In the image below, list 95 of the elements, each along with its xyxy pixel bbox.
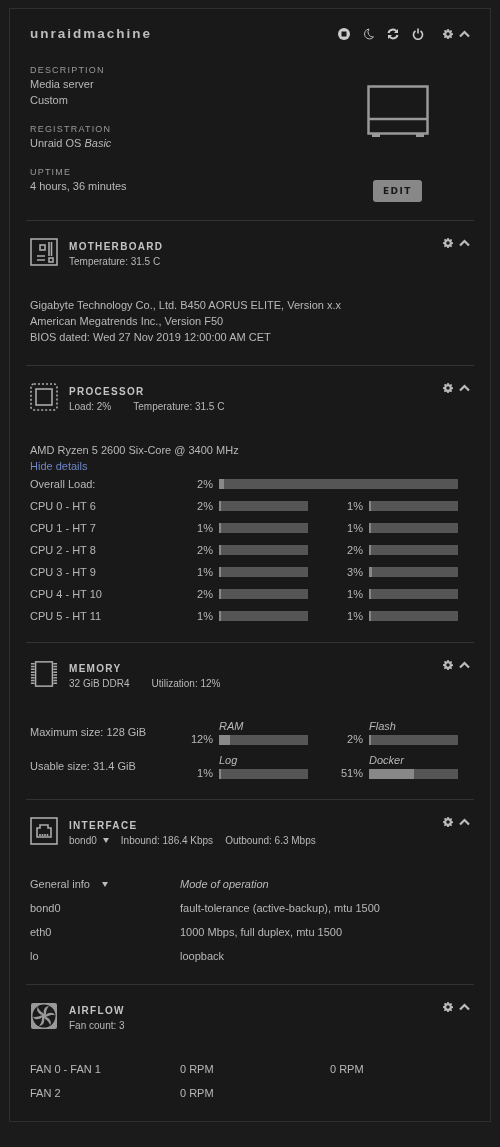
overall-load-label: Overall Load: [30,478,97,490]
settings-icon[interactable] [443,238,453,248]
dropdown-caret-icon[interactable] [102,837,109,844]
field-label: UPTIME [30,166,73,178]
section-title: PROCESSOR [69,385,146,399]
section-title: MEMORY [69,662,123,676]
fan-speed: 0 RPM [180,1062,215,1077]
section-title: INTERFACE [69,819,139,833]
general-info-dropdown[interactable]: General info [30,876,90,892]
load-reading: 3% [346,566,364,578]
cpu-label: CPU 1 - HT 7 [30,522,97,534]
settings-icon[interactable] [443,29,453,39]
motherboard-icon [30,238,58,266]
load-reading: 2% [196,500,214,512]
moon-icon[interactable] [363,28,374,40]
load-reading: 1% [346,610,364,622]
stat-text: Outbound: 6.3 Mbps [225,834,316,848]
stat-text: Load: 2% [69,400,112,414]
ethernet-port-icon [30,817,58,845]
board-info-text: American Megatrends Inc., Version F50 [30,314,225,329]
section-title: MOTHERBOARD [69,240,165,254]
edit-button[interactable]: EDIT [372,180,422,202]
load-reading: 2% [346,544,364,556]
board-info-text: Gigabyte Technology Co., Ltd. B450 AORUS ELITE, Version x.x [30,298,343,313]
stat-text: Fan count: 3 [69,1019,125,1033]
usage-reading: 12% [189,733,214,745]
meter-label: RAM [219,719,245,733]
settings-icon[interactable] [443,817,453,827]
interface-mode: fault-tolerance (active-backup), mtu 1500 [180,901,381,916]
load-reading: 1% [346,522,364,534]
memory-size-label: Usable size: 31.4 GiB [30,760,137,772]
field-value: Media server [30,77,95,92]
cpu-label: CPU 2 - HT 8 [30,544,97,556]
usage-reading: 2% [346,733,364,745]
usage-reading: 51% [339,767,364,779]
cpu-label: CPU 0 - HT 6 [30,500,97,512]
cpu-label: CPU 5 - HT 11 [30,610,103,622]
section-title: AIRFLOW [69,1004,126,1018]
field-value: Custom [30,93,69,108]
collapse-icon[interactable] [459,30,470,38]
stat-text: Inbound: 186.4 Kbps [120,834,214,848]
stat-text: 32 GiB DDR4 [69,677,130,691]
server-name: unraidmachine [30,26,154,42]
cpu-label: CPU 3 - HT 9 [30,566,97,578]
field-label: DESCRIPTION [30,64,106,76]
server-case-icon [367,85,429,138]
interface-mode: loopback [180,949,226,964]
collapse-icon[interactable] [459,239,470,247]
stat-text: Temperature: 31.5 C [133,400,225,414]
dropdown-caret-icon[interactable] [101,880,108,888]
load-reading: 1% [196,566,214,578]
power-icon[interactable] [412,28,424,40]
stat-text: Utilization: 12% [151,677,221,691]
meter-label: Docker [369,753,405,767]
settings-icon[interactable] [443,383,453,393]
fan-speed: 0 RPM [330,1062,365,1077]
meter-label: Log [219,753,239,767]
load-reading: 1% [346,588,364,600]
cpu-label: CPU 4 - HT 10 [30,588,103,600]
field-label: REGISTRATION [30,123,113,135]
load-reading: 1% [196,522,214,534]
field-value: Unraid OS Basic [30,136,113,151]
cpu-model-text: AMD Ryzen 5 2600 Six-Core @ 3400 MHz [30,443,240,458]
load-reading: 1% [196,610,214,622]
memory-size-label: Maximum size: 128 GiB [30,726,148,738]
processor-icon [30,383,58,411]
interface-name: bond0 [30,901,62,916]
collapse-icon[interactable] [459,661,470,669]
fan-label: FAN 2 [30,1086,62,1101]
interface-selector[interactable]: bond0 [69,833,97,848]
fan-icon [30,1002,58,1030]
load-reading: 1% [346,500,364,512]
stop-icon[interactable] [338,28,350,40]
field-value: 4 hours, 36 minutes [30,179,128,194]
settings-icon[interactable] [443,1002,453,1012]
hide-details-link[interactable]: Hide details [30,460,88,472]
collapse-icon[interactable] [459,384,470,392]
column-header: Mode of operation [180,877,270,892]
load-reading: 2% [196,544,214,556]
memory-icon [30,660,58,688]
collapse-icon[interactable] [459,1003,470,1011]
meter-label: Flash [369,719,397,733]
stat-text: Temperature: 31.5 C [69,255,161,269]
refresh-icon[interactable] [387,28,399,40]
interface-mode: 1000 Mbps, full duplex, mtu 1500 [180,925,344,940]
usage-reading: 1% [196,767,214,779]
settings-icon[interactable] [443,660,453,670]
fan-speed: 0 RPM [180,1086,215,1101]
board-info-text: BIOS dated: Wed 27 Nov 2019 12:00:00 AM CET [30,330,272,345]
interface-name: lo [30,949,40,964]
interface-name: eth0 [30,925,53,940]
load-reading: 2% [196,478,214,490]
load-reading: 2% [196,588,214,600]
fan-label: FAN 0 - FAN 1 [30,1062,102,1077]
collapse-icon[interactable] [459,818,470,826]
